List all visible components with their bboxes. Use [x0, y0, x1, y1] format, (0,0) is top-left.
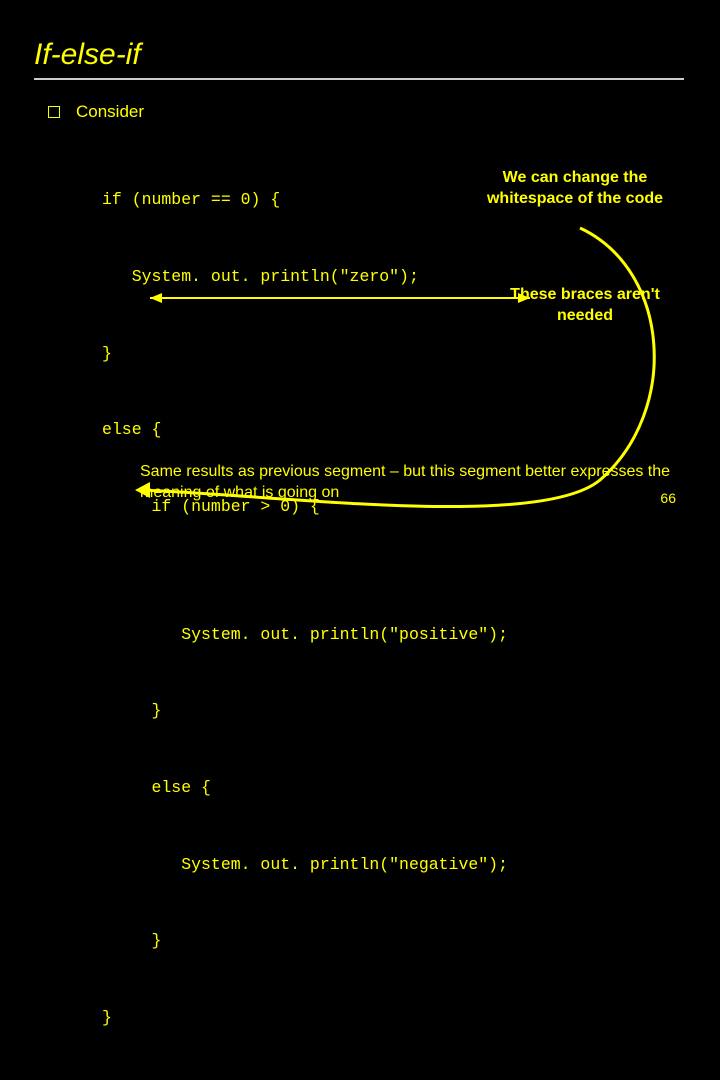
code-block: if (number == 0) { System. out. println(… — [34, 136, 686, 1080]
page-number: 66 — [660, 490, 676, 506]
code-line: System. out. println("negative"); — [102, 852, 686, 878]
code-line: else { — [102, 775, 686, 801]
code-line: else { — [102, 417, 686, 443]
code-line: System. out. println("positive"); — [102, 622, 686, 648]
slide: If-else-if Consider if (number == 0) { S… — [0, 0, 720, 540]
title-underline — [34, 78, 684, 80]
slide-title: If-else-if — [34, 38, 686, 72]
code-line: } — [102, 928, 686, 954]
code-line: } — [102, 341, 686, 367]
bottom-note: Same results as previous segment – but t… — [140, 462, 680, 504]
annotation-braces: These braces aren't needed — [500, 285, 670, 327]
code-line: } — [102, 1005, 686, 1031]
bullet-consider: Consider — [34, 102, 686, 122]
code-line: } — [102, 698, 686, 724]
annotation-whitespace: We can change the whitespace of the code — [480, 168, 670, 210]
